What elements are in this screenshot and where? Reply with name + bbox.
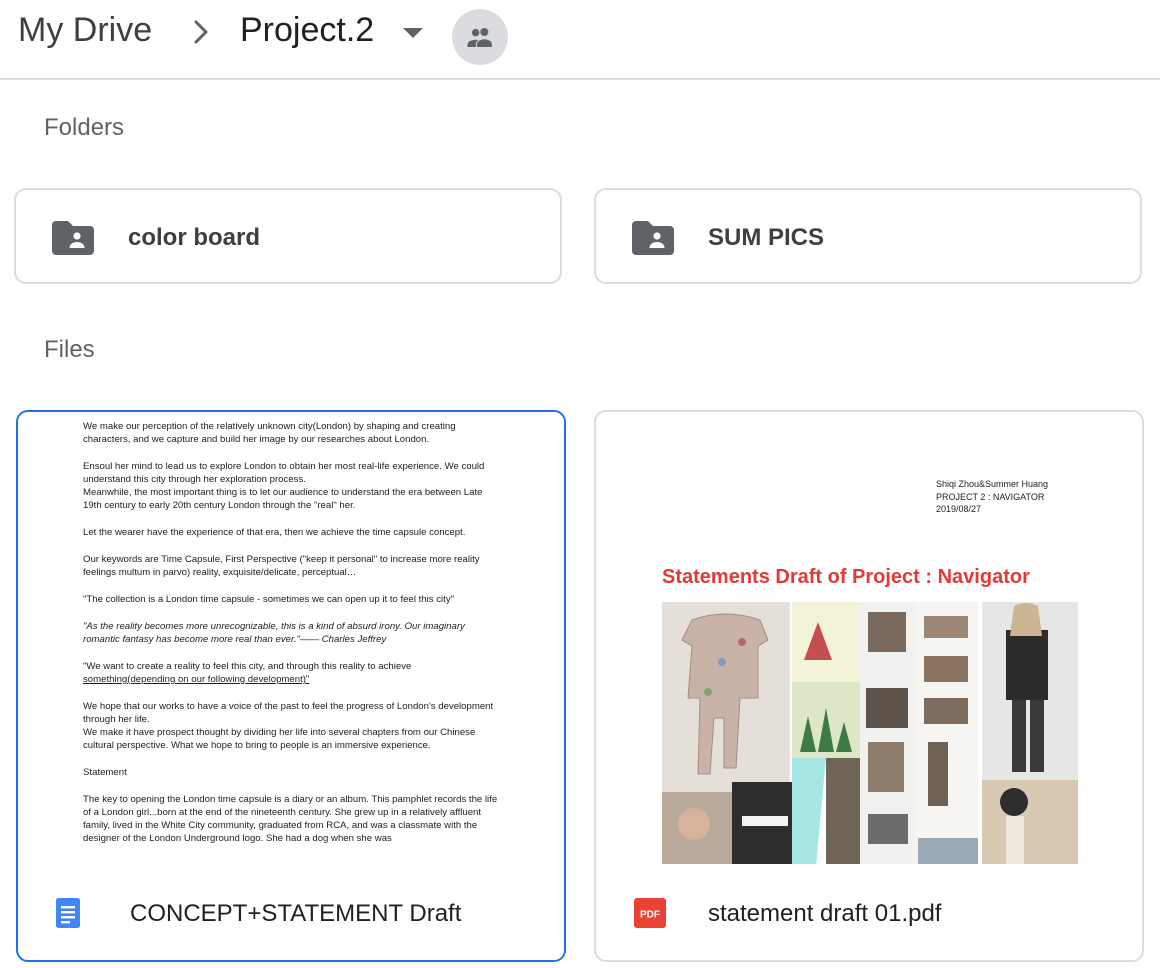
- chevron-right-icon: [194, 20, 208, 44]
- file-footer: CONCEPT+STATEMENT Draft: [18, 864, 564, 960]
- preview-paragraph: We make it have prospect thought by divi…: [83, 727, 476, 751]
- people-icon: [467, 28, 492, 47]
- breadcrumb-bar: My Drive Project.2: [0, 0, 1160, 80]
- preview-paragraph: "The collection is a London time capsule…: [83, 594, 455, 605]
- pdf-preview-title: Statements Draft of Project : Navigator: [662, 566, 1030, 588]
- file-card-concept-statement[interactable]: We make our perception of the relatively…: [16, 410, 566, 962]
- pdf-project: PROJECT 2 : NAVIGATOR: [936, 491, 1045, 502]
- file-footer: PDF statement draft 01.pdf: [596, 864, 1142, 960]
- google-docs-icon: [56, 898, 80, 928]
- preview-paragraph: We hope that our works to have a voice o…: [83, 701, 494, 725]
- shared-folder-icon: [52, 221, 94, 255]
- files-section-title: Files: [44, 336, 95, 363]
- folder-name: SUM PICS: [708, 224, 825, 251]
- shared-folder-icon: [632, 221, 674, 255]
- file-thumbnail: Shiqi Zhou&Summer Huang PROJECT 2 : NAVI…: [596, 412, 1142, 864]
- folder-name: color board: [128, 224, 261, 251]
- preview-paragraph: "We want to create a reality to feel thi…: [83, 661, 412, 672]
- preview-paragraph: The key to opening the London time capsu…: [83, 794, 498, 844]
- file-card-statement-pdf[interactable]: Shiqi Zhou&Summer Huang PROJECT 2 : NAVI…: [594, 410, 1144, 962]
- pdf-date: 2019/08/27: [936, 504, 982, 514]
- preview-paragraph: Our keywords are Time Capsule, First Per…: [83, 554, 480, 578]
- file-thumbnail: We make our perception of the relatively…: [18, 412, 564, 864]
- preview-quote: "As the reality becomes more unrecogniza…: [83, 621, 465, 645]
- preview-paragraph: Let the wearer have the experience of th…: [83, 527, 466, 538]
- breadcrumb-my-drive[interactable]: My Drive: [18, 10, 152, 50]
- folder-sum-pics[interactable]: SUM PICS: [594, 188, 1142, 284]
- pdf-author: Shiqi Zhou&Summer Huang: [936, 479, 1049, 489]
- caret-down-icon[interactable]: [403, 28, 423, 38]
- folder-color-board[interactable]: color board: [14, 188, 562, 284]
- preview-paragraph: We make our perception of the relatively…: [83, 421, 456, 445]
- preview-paragraph: Ensoul her mind to lead us to explore Lo…: [83, 461, 485, 485]
- preview-heading: Statement: [83, 767, 127, 778]
- preview-underlined: something(depending on our following dev…: [83, 674, 310, 685]
- shared-people-button[interactable]: [452, 9, 508, 65]
- pdf-badge-label: PDF: [640, 910, 660, 921]
- doc-preview-text: We make our perception of the relatively…: [83, 420, 503, 859]
- file-name: CONCEPT+STATEMENT Draft: [130, 900, 462, 927]
- breadcrumb-current-folder[interactable]: Project.2: [240, 10, 374, 50]
- preview-paragraph: Meanwhile, the most important thing is t…: [83, 487, 483, 511]
- file-name: statement draft 01.pdf: [708, 900, 942, 927]
- pdf-preview-meta: Shiqi Zhou&Summer Huang PROJECT 2 : NAVI…: [936, 478, 1048, 516]
- pdf-collage-image: [662, 602, 1078, 864]
- pdf-icon: PDF: [634, 898, 666, 928]
- folders-section-title: Folders: [44, 114, 125, 141]
